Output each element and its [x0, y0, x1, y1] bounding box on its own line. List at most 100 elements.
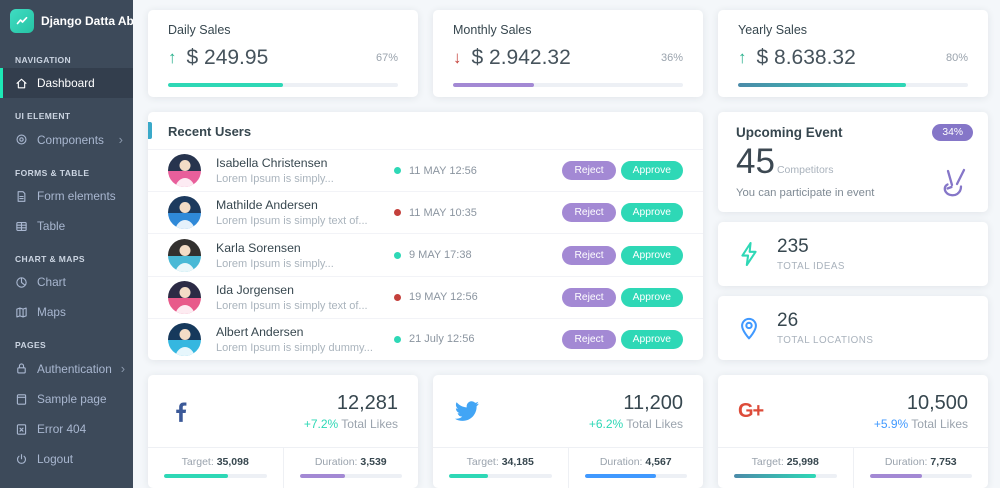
ideas-label: TOTAL IDEAS [777, 261, 845, 272]
approve-button[interactable]: Approve [621, 246, 683, 265]
daily-sales-card: Daily Sales ↑ $ 249.95 67% [148, 10, 418, 97]
table-row: Karla SorensenLorem Ipsum is simply... 9… [148, 233, 703, 275]
facebook-change: +7.2% [304, 417, 338, 431]
document-icon [15, 190, 28, 203]
progress-track [738, 83, 968, 87]
facebook-card: 12,281 +7.2% Total Likes Target: 35,098 … [148, 375, 418, 488]
progress-fill [300, 474, 345, 478]
zap-icon [738, 241, 760, 267]
avatar [168, 281, 201, 314]
googleplus-total: 10,500 [874, 392, 968, 415]
googleplus-icon: G+ [738, 400, 763, 423]
brand: Django Datta Able [0, 0, 133, 42]
reject-button[interactable]: Reject [562, 330, 615, 349]
power-icon [15, 453, 28, 466]
facebook-target: Target: 35,098 [148, 448, 283, 488]
twitter-total: 11,200 [589, 392, 683, 415]
user-date: 19 MAY 12:56 [409, 291, 478, 303]
user-name: Isabella Christensen [216, 156, 394, 170]
user-desc: Lorem Ipsum is simply dummy... [216, 342, 394, 354]
avatar [168, 323, 201, 356]
reject-button[interactable]: Reject [562, 288, 615, 307]
progress-track [453, 83, 683, 87]
competitors-label: Competitors [777, 164, 834, 176]
progress-fill [164, 474, 228, 478]
status-dot [394, 336, 401, 343]
progress-fill [870, 474, 922, 478]
progress-fill [738, 83, 906, 87]
sales-percent: 80% [946, 52, 968, 64]
progress-fill [168, 83, 283, 87]
sidebar-item-chart[interactable]: Chart [0, 267, 133, 297]
table-row: Mathilde AndersenLorem Ipsum is simply t… [148, 191, 703, 233]
sales-amount: $ 249.95 [187, 46, 269, 70]
progress-fill [585, 474, 657, 478]
nav-section-chart-maps: CHART & MAPS [0, 241, 133, 267]
sidebar-item-authentication[interactable]: Authentication › [0, 353, 133, 384]
error-page-icon [15, 423, 28, 436]
user-name: Albert Andersen [216, 325, 394, 339]
approve-button[interactable]: Approve [621, 330, 683, 349]
card-title: Daily Sales [168, 23, 398, 37]
recent-users-card: Recent Users Isabella Christensen Lorem I… [148, 112, 703, 360]
nav-section-navigation: NAVIGATION [0, 42, 133, 68]
chevron-right-icon: › [119, 132, 123, 147]
trend-up-icon: ↑ [738, 48, 747, 68]
competitors-count: 45 [736, 144, 775, 179]
reject-button[interactable]: Reject [562, 203, 615, 222]
pie-chart-icon [15, 276, 28, 289]
sidebar-item-logout[interactable]: Logout [0, 444, 133, 474]
user-desc: Lorem Ipsum is simply... [216, 173, 394, 185]
ideas-count: 235 [777, 236, 845, 258]
total-locations-card: 26 TOTAL LOCATIONS [718, 296, 988, 360]
trend-down-icon: ↓ [453, 48, 462, 68]
home-icon [15, 77, 28, 90]
sidebar-item-form-elements[interactable]: Form elements [0, 181, 133, 211]
approve-button[interactable]: Approve [621, 203, 683, 222]
map-icon [15, 306, 28, 319]
twitter-icon [453, 399, 481, 423]
upcoming-event-card: Upcoming Event 34% 45 Competitors You ca… [718, 112, 988, 212]
user-desc: Lorem Ipsum is simply... [216, 258, 394, 270]
googleplus-duration: Duration: 7,753 [853, 448, 989, 488]
sidebar-item-components[interactable]: Components › [0, 124, 133, 155]
progress-track [168, 83, 398, 87]
location-pin-icon [738, 315, 760, 341]
avatar [168, 196, 201, 229]
page-icon [15, 393, 28, 406]
user-name: Ida Jorgensen [216, 283, 394, 297]
app-logo-icon [10, 9, 34, 33]
sales-amount: $ 8.638.32 [757, 46, 856, 70]
victory-hand-icon [938, 164, 972, 200]
title-accent-bar [148, 122, 152, 139]
table-row: Isabella Christensen Lorem Ipsum is simpl… [148, 149, 703, 191]
status-dot [394, 252, 401, 259]
main-content: Daily Sales ↑ $ 249.95 67% Monthly Sales… [133, 0, 1000, 488]
sidebar-item-error-404[interactable]: Error 404 [0, 414, 133, 444]
lock-icon [15, 362, 28, 375]
nav-section-pages: PAGES [0, 327, 133, 353]
sidebar-item-sample-page[interactable]: Sample page [0, 384, 133, 414]
recent-users-table: Isabella Christensen Lorem Ipsum is simpl… [148, 149, 703, 360]
chevron-right-icon: › [121, 361, 125, 376]
status-dot [394, 294, 401, 301]
sidebar-item-maps[interactable]: Maps [0, 297, 133, 327]
sales-percent: 36% [661, 52, 683, 64]
sales-amount: $ 2.942.32 [472, 46, 571, 70]
status-dot [394, 209, 401, 216]
event-note: You can participate in event [736, 187, 970, 199]
components-icon [15, 133, 28, 146]
progress-fill [453, 83, 534, 87]
recent-users-title: Recent Users [168, 124, 683, 139]
facebook-duration: Duration: 3,539 [283, 448, 419, 488]
avatar [168, 154, 201, 187]
table-icon [15, 220, 28, 233]
sidebar-item-table[interactable]: Table [0, 211, 133, 241]
app-title: Django Datta Able [41, 14, 133, 28]
approve-button[interactable]: Approve [621, 288, 683, 307]
trend-up-icon: ↑ [168, 48, 177, 68]
sidebar-item-dashboard[interactable]: Dashboard [0, 68, 133, 98]
reject-button[interactable]: Reject [562, 161, 615, 180]
reject-button[interactable]: Reject [562, 246, 615, 265]
approve-button[interactable]: Approve [621, 161, 683, 180]
